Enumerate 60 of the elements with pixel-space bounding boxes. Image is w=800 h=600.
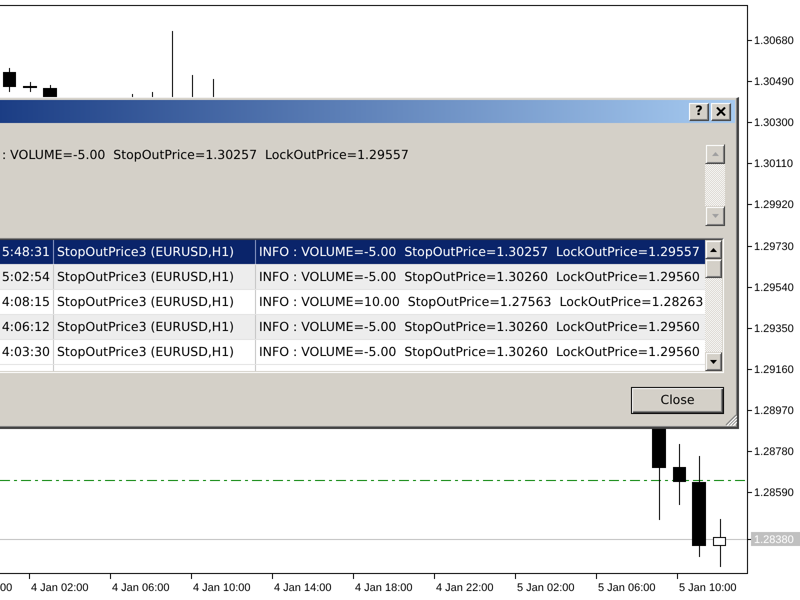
time-label: 4 Jan 22:00 (436, 582, 494, 594)
price-label: 1.28970 (754, 405, 794, 417)
close-button[interactable]: Close (631, 387, 724, 414)
candle (713, 519, 726, 567)
current-price-label: 1.28380 (751, 532, 800, 546)
time-cell: 5:48:31 (0, 240, 54, 264)
close-icon (716, 107, 726, 116)
time-cell: 4:06:12 (0, 315, 54, 339)
time-label: 4 Jan 06:00 (112, 582, 170, 594)
help-button[interactable]: ? (689, 102, 709, 120)
time-cell: 4:03:30 (0, 340, 54, 364)
scroll-up-button[interactable] (705, 240, 722, 259)
down-arrow-icon (710, 360, 717, 364)
up-arrow-icon (710, 248, 717, 252)
time-label: 4 Jan 02:00 (31, 582, 88, 594)
message-cell-text: INFO : VOLUME=-5.00 StopOutPrice=1.30257 LockOutPrice=1.29557 (258, 243, 701, 261)
message-cell-text: INFO : VOLUME=10.00 StopOutPrice=1.27563 LockOutPrice=1.28263 (258, 293, 704, 311)
price-label: 1.28780 (754, 446, 794, 458)
time-label: 5 Jan 10:00 (679, 582, 736, 594)
price-label: 1.28590 (754, 487, 794, 499)
source-cell: StopOutPrice3 (EURUSD,H1) (54, 240, 256, 264)
time-cell: 4:08:15 (0, 290, 54, 314)
resize-grip-icon[interactable] (725, 414, 737, 426)
time-label: 5 Jan 02:00 (517, 582, 574, 594)
source-cell: StopOutPrice3 (EURUSD,H1) (54, 340, 256, 364)
scroll-down-button[interactable] (705, 206, 725, 226)
log-row[interactable]: 4:03:30 StopOutPrice3 (EURUSD,H1) INFO : VOLUME=-5.00 StopOutPrice=1.30260 LockOutPrice=1.29560 (0, 340, 705, 365)
candle (43, 85, 57, 97)
scroll-down-button[interactable] (705, 352, 722, 371)
log-row[interactable]: 4:06:12 StopOutPrice3 (EURUSD,H1) INFO : VOLUME=-5.00 StopOutPrice=1.30260 LockOutPrice=1.29560 (0, 315, 705, 340)
message-cell-text: INFO : VOLUME=-5.00 StopOutPrice=1.30260 LockOutPrice=1.29560 (258, 318, 701, 336)
price-label: 1.29160 (754, 364, 794, 376)
source-cell: StopOutPrice3 (EURUSD,H1) (54, 265, 256, 289)
message-cell-text: INFO : VOLUME=-5.00 StopOutPrice=1.30260 LockOutPrice=1.29560 (258, 343, 701, 361)
time-label: 4 Jan 10:00 (193, 582, 250, 594)
time-label: 4 Jan 18:00 (355, 582, 412, 594)
log-row[interactable]: 5:48:31 StopOutPrice3 (EURUSD,H1) INFO : VOLUME=-5.00 StopOutPrice=1.30257 LockOutPrice=1.29557 (0, 240, 705, 265)
price-label: 1.29730 (754, 241, 794, 253)
message-cell-text: INFO : VOLUME=-5.00 StopOutPrice=1.30260 LockOutPrice=1.29560 (258, 268, 701, 286)
time-label: 00 (0, 582, 12, 594)
time-label: 5 Jan 06:00 (598, 582, 656, 594)
price-label: 1.29920 (754, 199, 794, 211)
scroll-up-button[interactable] (705, 144, 725, 164)
price-label: 1.30110 (754, 158, 793, 170)
candle (673, 444, 686, 505)
scrollbar-thumb[interactable] (705, 259, 722, 278)
candle (23, 82, 37, 92)
time-label: 4 Jan 14:00 (274, 582, 332, 594)
price-label: 1.29540 (754, 282, 794, 294)
price-label: 1.30680 (754, 35, 794, 47)
price-label: 1.30300 (754, 117, 794, 129)
message-text: : VOLUME=-5.00 StopOutPrice=1.30257 LockOutPrice=1.29557 (1, 146, 410, 162)
price-label: 1.30490 (754, 76, 794, 88)
price-label: 1.29350 (754, 323, 794, 335)
candle (3, 68, 16, 92)
time-cell: 5:02:54 (0, 265, 54, 289)
source-cell: StopOutPrice3 (EURUSD,H1) (54, 290, 256, 314)
source-cell: StopOutPrice3 (EURUSD,H1) (54, 315, 256, 339)
window-close-button[interactable] (711, 102, 731, 120)
log-row[interactable]: 5:02:54 StopOutPrice3 (EURUSD,H1) INFO : VOLUME=-5.00 StopOutPrice=1.30260 LockOutPrice=1.29560 (0, 265, 705, 290)
